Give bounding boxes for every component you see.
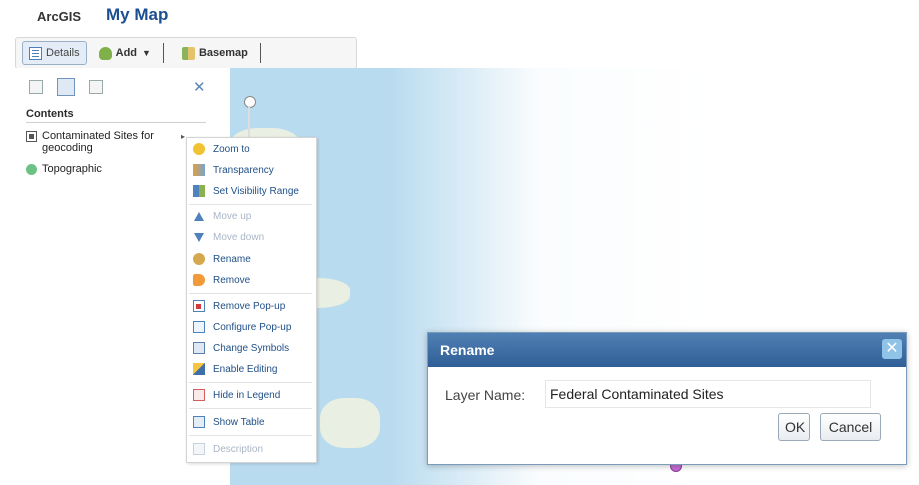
menu-item-label: Enable Editing <box>213 363 278 375</box>
layer-item[interactable]: Contaminated Sites for geocoding <box>26 130 176 154</box>
dialog-titlebar[interactable]: Rename ✕ <box>428 333 906 367</box>
menu-item-zoom-to[interactable]: Zoom to <box>193 143 250 155</box>
menu-item-remove-popup[interactable]: Remove Pop-up <box>193 300 285 312</box>
zoom-icon <box>193 143 205 155</box>
menu-item-label: Move down <box>213 232 265 243</box>
menu-divider <box>189 408 312 409</box>
layer-options-arrow-icon[interactable]: ▸ <box>181 132 185 141</box>
add-label: Add <box>115 47 138 59</box>
menu-item-change-symbols[interactable]: Change Symbols <box>193 342 289 354</box>
menu-item-label: Hide in Legend <box>213 389 281 401</box>
layer-name: Topographic <box>42 163 102 175</box>
basemap-icon <box>181 46 195 60</box>
layer-item[interactable]: Topographic <box>26 163 102 175</box>
legend-icon <box>193 389 205 401</box>
menu-item-remove[interactable]: Remove <box>193 274 250 286</box>
toolbar-divider <box>162 43 164 63</box>
cancel-button[interactable]: Cancel <box>820 413 881 441</box>
menu-item-label: Show Table <box>213 416 265 428</box>
transparency-icon <box>193 164 205 176</box>
menu-item-description[interactable]: Description <box>193 443 263 455</box>
menu-item-label: Remove Pop-up <box>213 300 286 312</box>
layer-name: Contaminated Sites for geocoding <box>42 130 154 154</box>
arrow-down-icon <box>194 233 204 242</box>
menu-item-move-up[interactable]: Move up <box>193 211 251 222</box>
zoom-slider-handle[interactable] <box>244 96 256 108</box>
map-toolbar: Details Add ▼ Basemap <box>15 37 357 69</box>
filter-icon <box>26 131 37 142</box>
ok-button[interactable]: OK <box>778 413 810 441</box>
menu-item-label: Move up <box>213 211 252 222</box>
menu-divider <box>189 293 312 294</box>
menu-item-transparency[interactable]: Transparency <box>193 164 274 176</box>
panel-tabs <box>29 78 103 96</box>
menu-divider <box>189 435 312 436</box>
details-label: Details <box>46 47 80 59</box>
chevron-down-icon: ▼ <box>142 48 151 58</box>
description-icon <box>193 443 205 455</box>
add-icon <box>98 46 112 60</box>
globe-icon <box>26 164 37 175</box>
remove-icon <box>193 274 205 286</box>
close-icon[interactable]: ✕ <box>193 78 206 96</box>
menu-item-label: Zoom to <box>213 143 250 155</box>
layer-context-menu: Zoom to Transparency Set Visibility Rang… <box>186 137 317 463</box>
configure-popup-icon <box>193 321 205 333</box>
about-tab-icon[interactable] <box>29 80 43 94</box>
menu-item-label: Description <box>213 443 264 455</box>
menu-item-label: Set Visibility Range <box>213 185 299 197</box>
legend-tab-icon[interactable] <box>89 80 103 94</box>
rename-icon <box>193 253 205 265</box>
basemap-label: Basemap <box>198 47 248 59</box>
toolbar-divider <box>259 43 261 63</box>
app-brand: ArcGIS <box>37 9 82 24</box>
menu-item-rename[interactable]: Rename <box>193 253 251 265</box>
menu-item-hide-in-legend[interactable]: Hide in Legend <box>193 389 280 401</box>
menu-item-label: Remove <box>213 274 251 286</box>
details-button[interactable]: Details <box>22 41 87 65</box>
visibility-range-icon <box>193 185 205 197</box>
menu-divider <box>189 204 312 205</box>
arrow-up-icon <box>194 212 204 221</box>
close-icon[interactable]: ✕ <box>882 339 902 359</box>
basemap-button[interactable]: Basemap <box>176 42 254 64</box>
divider <box>26 122 206 123</box>
menu-item-show-table[interactable]: Show Table <box>193 416 265 428</box>
menu-item-label: Change Symbols <box>213 342 290 354</box>
menu-item-configure-popup[interactable]: Configure Pop-up <box>193 321 291 333</box>
add-button[interactable]: Add ▼ <box>93 42 157 64</box>
menu-item-label: Configure Pop-up <box>213 321 292 333</box>
details-icon <box>29 46 42 60</box>
zoom-slider-track[interactable] <box>248 106 250 138</box>
symbols-icon <box>193 342 205 354</box>
map-title[interactable]: My Map <box>106 5 168 25</box>
menu-item-label: Transparency <box>213 164 274 176</box>
app-header: ArcGIS My Map <box>0 0 919 30</box>
menu-item-label: Rename <box>213 253 251 265</box>
table-icon <box>193 416 205 428</box>
dialog-title: Rename <box>440 342 495 358</box>
menu-item-enable-editing[interactable]: Enable Editing <box>193 363 278 375</box>
rename-dialog: Rename ✕ Layer Name: OK Cancel <box>427 332 907 465</box>
edit-icon <box>193 363 205 375</box>
contents-tab-icon[interactable] <box>57 78 75 96</box>
menu-item-move-down[interactable]: Move down <box>193 232 264 243</box>
remove-popup-icon <box>193 300 205 312</box>
layer-name-input[interactable] <box>545 380 871 408</box>
contents-heading: Contents <box>26 108 74 120</box>
map-land <box>320 398 380 448</box>
menu-item-set-visibility-range[interactable]: Set Visibility Range <box>193 185 299 197</box>
menu-divider <box>189 382 312 383</box>
layer-name-label: Layer Name: <box>445 387 526 403</box>
